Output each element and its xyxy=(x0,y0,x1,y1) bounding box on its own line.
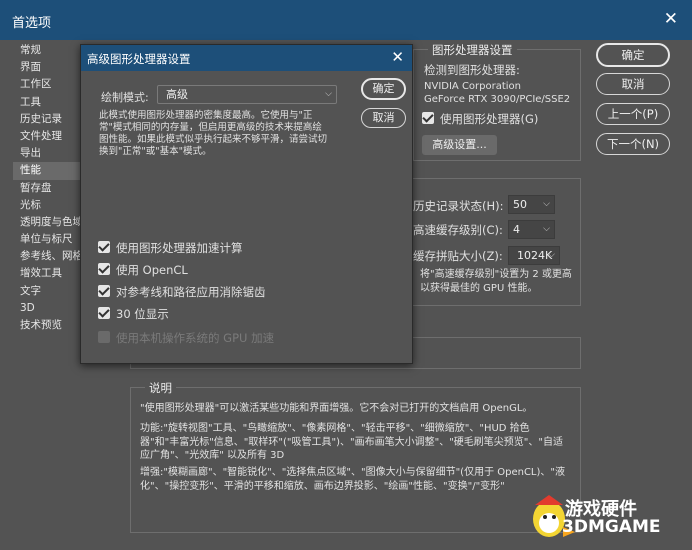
drawing-mode-label: 绘制模式: xyxy=(101,91,149,104)
dialog-title: 高级图形处理器设置 xyxy=(87,52,191,66)
window-title: 首选项 xyxy=(12,16,52,31)
sidebar-item[interactable]: 常规 xyxy=(13,42,85,59)
sidebar-item[interactable]: 透明度与色域 xyxy=(13,214,85,231)
description-paragraph-3: 增强:"模糊画廊"、"智能锐化"、"选择焦点区域"、"图像大小与保留细节"(仅用… xyxy=(140,467,566,492)
dialog-option-label: 使用 OpenCL xyxy=(116,263,188,277)
dialog-option-checkbox[interactable] xyxy=(98,241,110,253)
next-button[interactable]: 下一个(N) xyxy=(596,133,670,155)
drawing-mode-select[interactable]: 高级 ⌵ xyxy=(157,85,337,104)
preferences-title-bar: 首选项 ✕ xyxy=(0,0,692,40)
cache-tile-size-label: 缓存拼贴大小(Z): xyxy=(413,249,503,263)
dialog-option-checkbox[interactable] xyxy=(98,263,110,275)
cancel-button[interactable]: 取消 xyxy=(596,73,670,95)
dialog-option-checkbox xyxy=(98,331,110,343)
gpu-settings-title: 图形处理器设置 xyxy=(428,42,517,58)
chevron-down-icon: ⌵ xyxy=(325,89,332,99)
sidebar-item[interactable]: 增效工具 xyxy=(13,265,85,282)
preferences-sidebar: 常规 界面 工作区 工具 历史记录 文件处理 导出 性能 暂存盘 光标 透明度与色域 单位与标尺 参考线… xyxy=(13,42,85,334)
drawing-mode-value: 高级 xyxy=(166,88,188,101)
sidebar-item[interactable]: 技术预览 xyxy=(13,317,85,334)
sidebar-item[interactable]: 3D xyxy=(13,300,85,317)
watermark-text-2: 3DMGAME xyxy=(562,517,661,537)
sidebar-item[interactable]: 工具 xyxy=(13,94,85,111)
sidebar-item[interactable]: 光标 xyxy=(13,197,85,214)
cache-tile-size-value: 1024K xyxy=(517,249,553,262)
drawing-mode-description: 此模式使用图形处理器的密集度最高。它使用与"正常"模式相同的内存量，但启用更高级… xyxy=(99,110,328,157)
description-paragraph-2: 功能:"旋转视图"工具、"鸟瞰缩放"、"像素网格"、"轻击平移"、"细微缩放"、… xyxy=(140,423,563,461)
dialog-title-bar: 高级图形处理器设置 ✕ xyxy=(81,45,412,71)
use-gpu-label: 使用图形处理器(G) xyxy=(440,112,539,126)
prev-button[interactable]: 上一个(P) xyxy=(596,103,670,125)
close-icon[interactable]: ✕ xyxy=(664,9,678,29)
chevron-down-icon: ⌵ xyxy=(543,199,550,209)
cache-levels-label: 高速缓存级别(C): xyxy=(413,223,503,237)
chevron-down-icon: ⌵ xyxy=(543,224,550,234)
cache-levels-value: 4 xyxy=(513,223,520,236)
dialog-option-checkbox[interactable] xyxy=(98,285,110,297)
cache-levels-select[interactable]: 4 ⌵ xyxy=(508,220,555,239)
dialog-ok-button[interactable]: 确定 xyxy=(361,78,406,100)
dialog-option-label: 30 位显示 xyxy=(116,307,169,321)
history-states-select[interactable]: 50 ⌵ xyxy=(508,195,555,214)
history-states-value: 50 xyxy=(513,198,527,211)
description-title: 说明 xyxy=(145,380,176,396)
sidebar-item[interactable]: 文件处理 xyxy=(13,128,85,145)
gpu-model: GeForce RTX 3090/PCIe/SSE2 xyxy=(424,94,571,105)
sidebar-item[interactable]: 文字 xyxy=(13,283,85,300)
dialog-option-label: 对参考线和路径应用消除锯齿 xyxy=(116,285,266,299)
sidebar-item[interactable]: 界面 xyxy=(13,59,85,76)
sidebar-item[interactable]: 暂存盘 xyxy=(13,180,85,197)
sidebar-item[interactable]: 导出 xyxy=(13,145,85,162)
dialog-option-checkbox[interactable] xyxy=(98,307,110,319)
dialog-option-label: 使用本机操作系统的 GPU 加速 xyxy=(116,331,275,345)
gpu-vendor: NVIDIA Corporation xyxy=(424,81,522,92)
cache-level-note: 将"高速缓存级别"设置为 2 或更高以获得最佳的 GPU 性能。 xyxy=(420,269,572,294)
advanced-settings-button[interactable]: 高级设置... xyxy=(422,135,497,155)
history-states-label: 历史记录状态(H): xyxy=(413,199,504,213)
cache-tile-size-select[interactable]: 1024K ⌵ xyxy=(508,246,560,265)
dialog-cancel-button[interactable]: 取消 xyxy=(361,108,406,128)
close-icon[interactable]: ✕ xyxy=(391,48,404,66)
gpu-detected-label: 检测到图形处理器: xyxy=(424,63,520,77)
chevron-down-icon: ⌵ xyxy=(548,250,555,260)
sidebar-item[interactable]: 工作区 xyxy=(13,76,85,93)
sidebar-item[interactable]: 历史记录 xyxy=(13,111,85,128)
sidebar-item[interactable]: 单位与标尺 xyxy=(13,231,85,248)
advanced-gpu-settings-dialog: 高级图形处理器设置 ✕ 绘制模式: 高级 ⌵ 此模式使用图形处理器的密集度最高。… xyxy=(80,44,413,364)
ok-button[interactable]: 确定 xyxy=(596,43,670,67)
sidebar-item[interactable]: 性能 xyxy=(13,162,85,180)
dialog-option-label: 使用图形处理器加速计算 xyxy=(116,241,243,255)
use-gpu-checkbox[interactable] xyxy=(422,112,434,124)
sidebar-item[interactable]: 参考线、网格和切片 xyxy=(13,248,85,265)
description-paragraph-1: "使用图形处理器"可以激活某些功能和界面增强。它不会对已打开的文档启用 Open… xyxy=(140,403,533,414)
